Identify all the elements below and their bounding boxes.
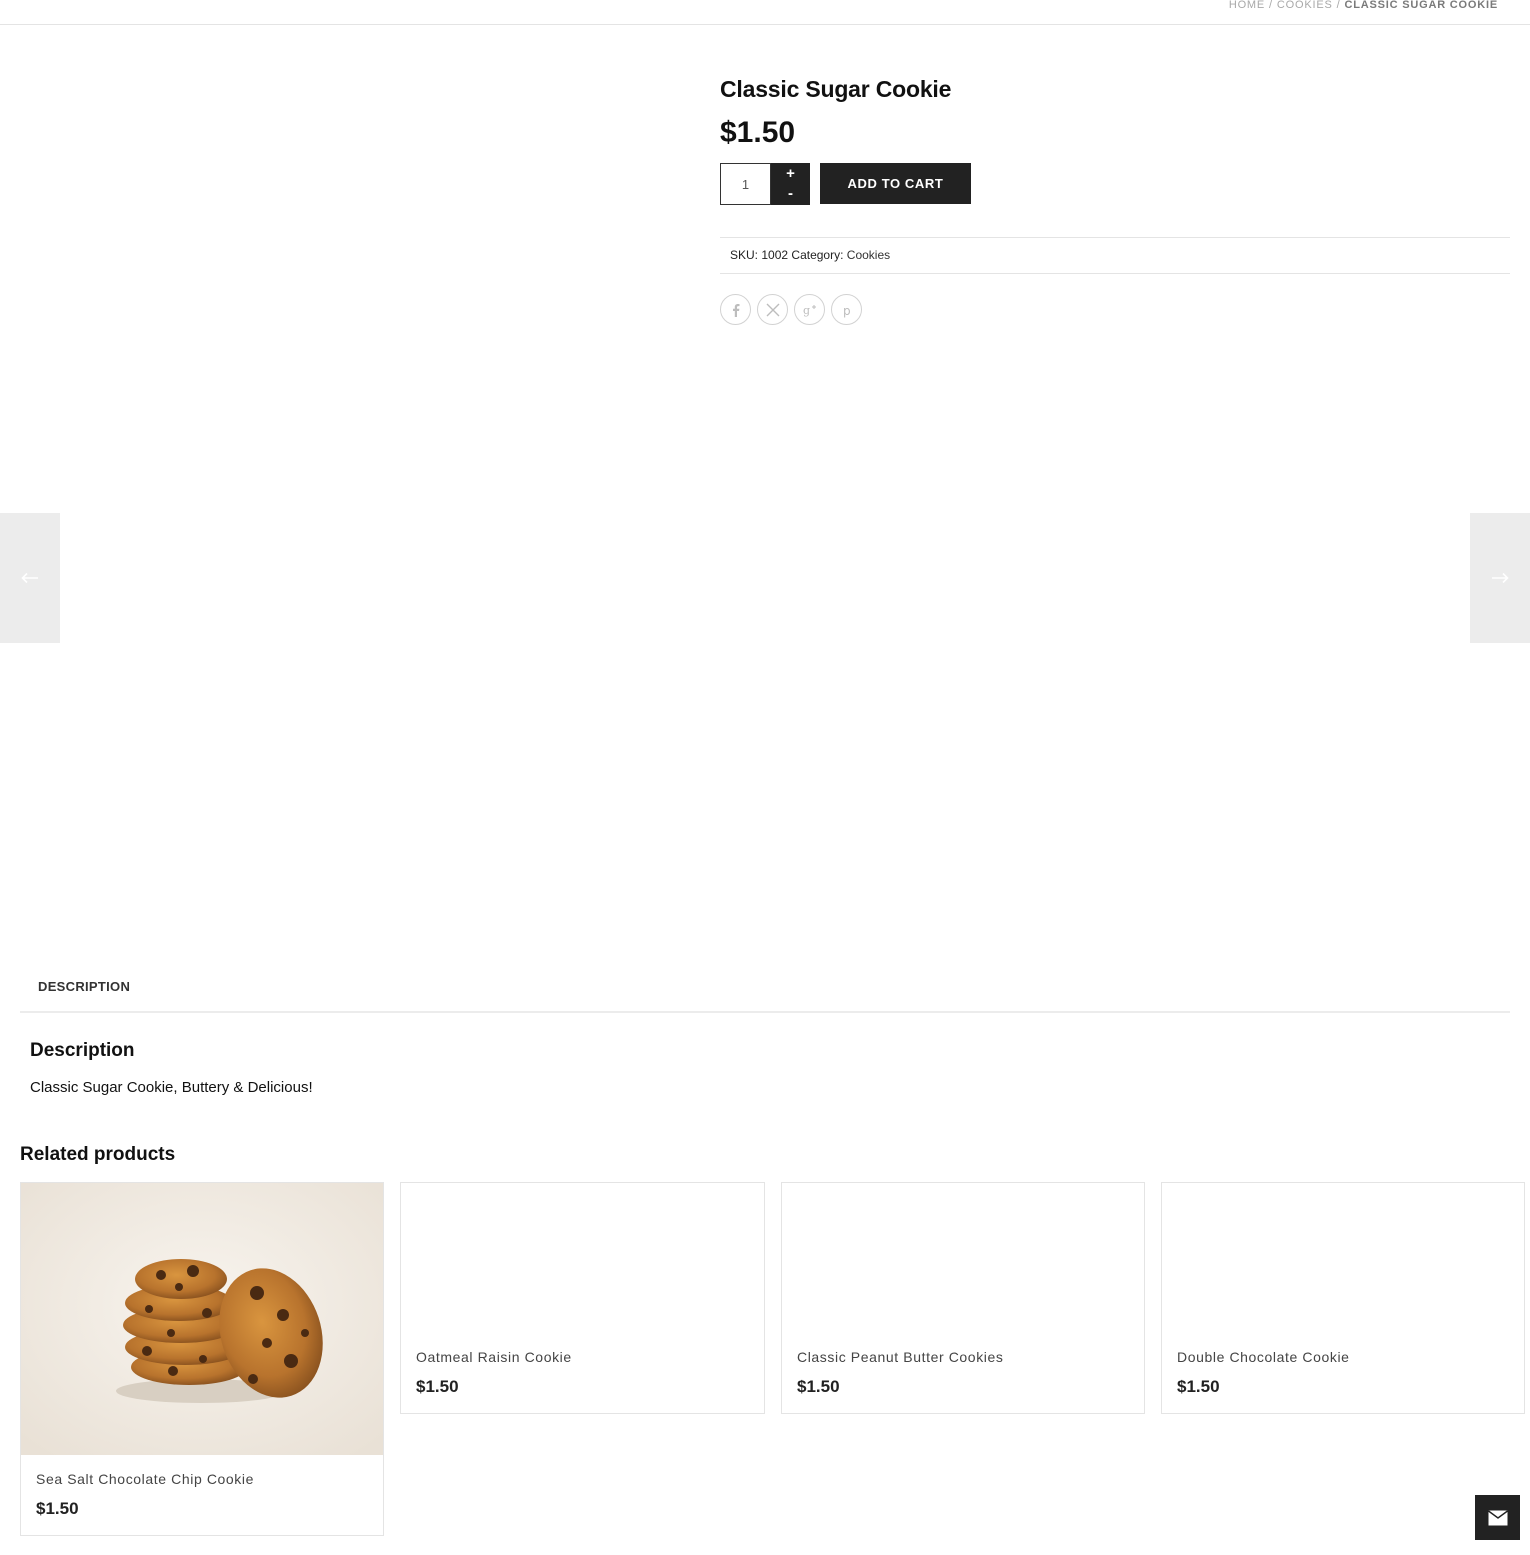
cookie-image: [21, 1183, 383, 1455]
product-title: Classic Sugar Cookie: [720, 76, 952, 102]
related-product-price: $1.50: [797, 1377, 840, 1396]
quantity-stepper: + -: [771, 163, 810, 205]
product-summary: Classic Sugar Cookie $1.50 + - ADD TO CA…: [720, 74, 1510, 325]
related-product-price: $1.50: [416, 1377, 459, 1396]
envelope-icon: [1487, 1509, 1508, 1525]
description-text: Classic Sugar Cookie, Buttery & Deliciou…: [30, 1079, 313, 1096]
breadcrumb-current: Classic Sugar Cookie: [1344, 0, 1498, 11]
facebook-share-button[interactable]: [720, 294, 751, 325]
arrow-right-icon: [1492, 572, 1509, 584]
product-image[interactable]: [21, 1183, 383, 1455]
quantity-increase-button[interactable]: +: [772, 164, 809, 184]
related-product-title[interactable]: Sea Salt Chocolate Chip Cookie: [36, 1471, 254, 1487]
quantity-decrease-button[interactable]: -: [772, 184, 809, 204]
facebook-icon: [732, 303, 739, 317]
next-product-nav[interactable]: [1470, 513, 1530, 643]
google-plus-share-button[interactable]: g: [794, 294, 825, 325]
product-price: $1.50: [720, 116, 796, 149]
product-meta: SKU: 1002 Category: Cookies: [720, 237, 1510, 274]
breadcrumb-cookies[interactable]: Cookies: [1277, 0, 1333, 11]
twitter-share-button[interactable]: [757, 294, 788, 325]
category-label: Category:: [791, 248, 844, 262]
related-product-card[interactable]: Oatmeal Raisin Cookie $1.50: [400, 1182, 765, 1414]
svg-text:p: p: [843, 304, 851, 318]
svg-text:g: g: [803, 304, 810, 317]
related-products-heading: Related products: [20, 1144, 176, 1165]
breadcrumb-separator: /: [1269, 0, 1273, 11]
breadcrumb-separator: /: [1336, 0, 1341, 11]
breadcrumb: Home / Cookies / Classic Sugar Cookie: [1229, 0, 1498, 11]
google-plus-icon: g: [803, 304, 816, 317]
category-link[interactable]: Cookies: [847, 248, 890, 262]
top-bar: Home / Cookies / Classic Sugar Cookie: [0, 0, 1530, 25]
sku-value: 1002: [761, 248, 789, 262]
product-tabs: DESCRIPTION: [20, 972, 1510, 1013]
related-product-card[interactable]: Sea Salt Chocolate Chip Cookie $1.50: [20, 1182, 384, 1536]
add-to-cart-form: + - ADD TO CART: [720, 163, 980, 205]
related-product-title[interactable]: Double Chocolate Cookie: [1177, 1349, 1350, 1365]
related-product-title[interactable]: Classic Peanut Butter Cookies: [797, 1349, 1004, 1365]
related-product-title[interactable]: Oatmeal Raisin Cookie: [416, 1349, 572, 1365]
breadcrumb-home[interactable]: Home: [1229, 0, 1265, 11]
pinterest-share-button[interactable]: p: [831, 294, 862, 325]
arrow-left-icon: [21, 572, 38, 584]
add-to-cart-button[interactable]: ADD TO CART: [820, 163, 971, 204]
related-product-card[interactable]: Classic Peanut Butter Cookies $1.50: [781, 1182, 1145, 1414]
related-product-price: $1.50: [36, 1499, 79, 1518]
previous-product-nav[interactable]: [0, 513, 60, 643]
tab-description[interactable]: DESCRIPTION: [38, 979, 130, 994]
quantity-input[interactable]: [720, 163, 771, 205]
sku-label: SKU:: [730, 248, 759, 262]
contact-button[interactable]: [1475, 1495, 1520, 1540]
x-twitter-icon: [766, 303, 779, 316]
related-product-price: $1.50: [1177, 1377, 1220, 1396]
pinterest-icon: p: [843, 304, 851, 318]
description-heading: Description: [30, 1040, 135, 1061]
related-product-card[interactable]: Double Chocolate Cookie $1.50: [1161, 1182, 1525, 1414]
